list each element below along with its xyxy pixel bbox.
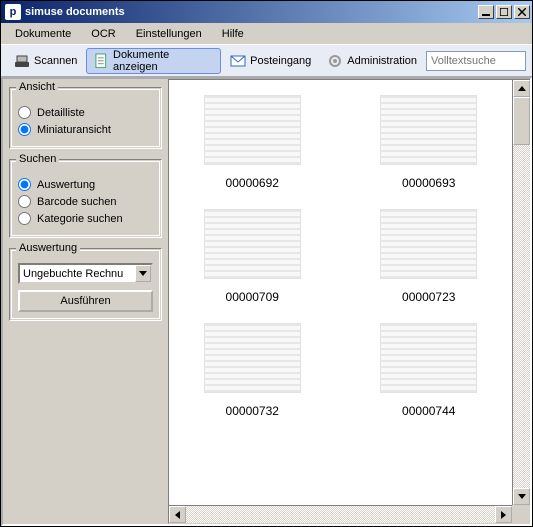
scroll-up-button[interactable] xyxy=(513,80,530,97)
document-thumbnail[interactable]: 00000693 xyxy=(356,90,503,190)
menu-ocr[interactable]: OCR xyxy=(81,25,125,43)
toolbar-administration-label: Administration xyxy=(347,55,417,67)
envelope-icon xyxy=(230,53,246,69)
fulltext-search-input[interactable] xyxy=(426,51,526,71)
evaluation-select[interactable]: Ungebuchte Rechnu xyxy=(18,263,153,284)
menu-einstellungen[interactable]: Einstellungen xyxy=(126,25,212,43)
toolbar-inbox-label: Posteingang xyxy=(250,55,311,67)
evaluation-legend: Auswertung xyxy=(16,242,80,254)
scroll-right-button[interactable] xyxy=(495,506,512,523)
title-bar: p simuse documents xyxy=(1,1,532,23)
body-area: Ansicht Detailliste Miniaturansicht Such… xyxy=(1,77,532,526)
radio-evaluation-label: Auswertung xyxy=(37,179,95,191)
thumbnail-label: 00000723 xyxy=(402,290,455,304)
search-groupbox: Suchen Auswertung Barcode suchen Kategor… xyxy=(9,159,162,238)
execute-button-label: Ausführen xyxy=(60,295,110,307)
evaluation-groupbox: Auswertung Ungebuchte Rechnu Ausführen xyxy=(9,248,162,321)
toolbar-show-documents-label: Dokumente anzeigen xyxy=(113,49,214,73)
radio-evaluation-input[interactable] xyxy=(18,178,31,191)
evaluation-select-value: Ungebuchte Rechnu xyxy=(20,268,135,280)
execute-button[interactable]: Ausführen xyxy=(18,290,153,312)
radio-barcode-search[interactable]: Barcode suchen xyxy=(18,195,153,208)
scroll-track-vertical[interactable] xyxy=(513,97,530,488)
view-legend: Ansicht xyxy=(16,81,58,93)
thumbnail-label: 00000693 xyxy=(402,176,455,190)
close-button[interactable] xyxy=(514,5,530,19)
radio-evaluation[interactable]: Auswertung xyxy=(18,178,153,191)
sidebar: Ansicht Detailliste Miniaturansicht Such… xyxy=(3,79,168,524)
app-icon: p xyxy=(5,4,21,20)
radio-detail-list-input[interactable] xyxy=(18,106,31,119)
toolbar-administration[interactable]: Administration xyxy=(320,48,424,74)
search-legend: Suchen xyxy=(16,153,59,165)
app-window: p simuse documents Dokumente OCR Einstel… xyxy=(0,0,533,527)
toolbar-show-documents[interactable]: Dokumente anzeigen xyxy=(86,48,221,74)
scroll-thumb-vertical[interactable] xyxy=(513,97,530,145)
document-thumbnail[interactable]: 00000723 xyxy=(356,204,503,304)
radio-category-search-label: Kategorie suchen xyxy=(37,213,123,225)
radio-detail-list[interactable]: Detailliste xyxy=(18,106,153,119)
radio-detail-list-label: Detailliste xyxy=(37,107,85,119)
radio-barcode-search-input[interactable] xyxy=(18,195,31,208)
scanner-icon xyxy=(14,53,30,69)
radio-thumbnail-view[interactable]: Miniaturansicht xyxy=(18,123,153,136)
toolbar: Scannen Dokumente anzeigen Posteingang A… xyxy=(1,45,532,77)
document-thumbnail[interactable]: 00000744 xyxy=(356,318,503,418)
document-icon xyxy=(93,53,109,69)
radio-thumbnail-view-label: Miniaturansicht xyxy=(37,124,111,136)
scroll-track-horizontal[interactable] xyxy=(186,506,495,523)
menu-hilfe[interactable]: Hilfe xyxy=(212,25,254,43)
gear-icon xyxy=(327,53,343,69)
scroll-down-button[interactable] xyxy=(513,488,530,505)
thumbnail-image xyxy=(197,204,307,284)
thumbnail-image xyxy=(197,90,307,170)
minimize-button[interactable] xyxy=(478,5,494,19)
thumbnail-image xyxy=(374,318,484,398)
radio-category-search-input[interactable] xyxy=(18,212,31,225)
thumbnail-image xyxy=(374,90,484,170)
toolbar-inbox[interactable]: Posteingang xyxy=(223,48,318,74)
thumbnail-image xyxy=(197,318,307,398)
view-groupbox: Ansicht Detailliste Miniaturansicht xyxy=(9,87,162,149)
document-thumbnail[interactable]: 00000732 xyxy=(179,318,326,418)
content-pane: 00000692 00000693 00000709 00000723 0000… xyxy=(168,79,530,524)
toolbar-scan-label: Scannen xyxy=(34,55,77,67)
window-controls xyxy=(476,5,530,19)
radio-barcode-search-label: Barcode suchen xyxy=(37,196,117,208)
menu-bar: Dokumente OCR Einstellungen Hilfe xyxy=(1,23,532,45)
vertical-scrollbar[interactable] xyxy=(512,80,530,505)
thumbnail-label: 00000732 xyxy=(226,404,279,418)
document-thumbnail[interactable]: 00000709 xyxy=(179,204,326,304)
scroll-corner xyxy=(512,505,530,523)
chevron-down-icon xyxy=(135,265,151,282)
document-thumbnail[interactable]: 00000692 xyxy=(179,90,326,190)
menu-dokumente[interactable]: Dokumente xyxy=(5,25,81,43)
toolbar-scan[interactable]: Scannen xyxy=(7,48,84,74)
window-title: simuse documents xyxy=(25,6,476,18)
scroll-left-button[interactable] xyxy=(169,506,186,523)
radio-category-search[interactable]: Kategorie suchen xyxy=(18,212,153,225)
radio-thumbnail-view-input[interactable] xyxy=(18,123,31,136)
thumbnail-label: 00000709 xyxy=(226,290,279,304)
thumbnail-image xyxy=(374,204,484,284)
thumbnail-label: 00000692 xyxy=(226,176,279,190)
thumbnail-grid: 00000692 00000693 00000709 00000723 0000… xyxy=(169,80,512,505)
thumbnail-label: 00000744 xyxy=(402,404,455,418)
maximize-button[interactable] xyxy=(496,5,512,19)
horizontal-scrollbar[interactable] xyxy=(169,505,512,523)
